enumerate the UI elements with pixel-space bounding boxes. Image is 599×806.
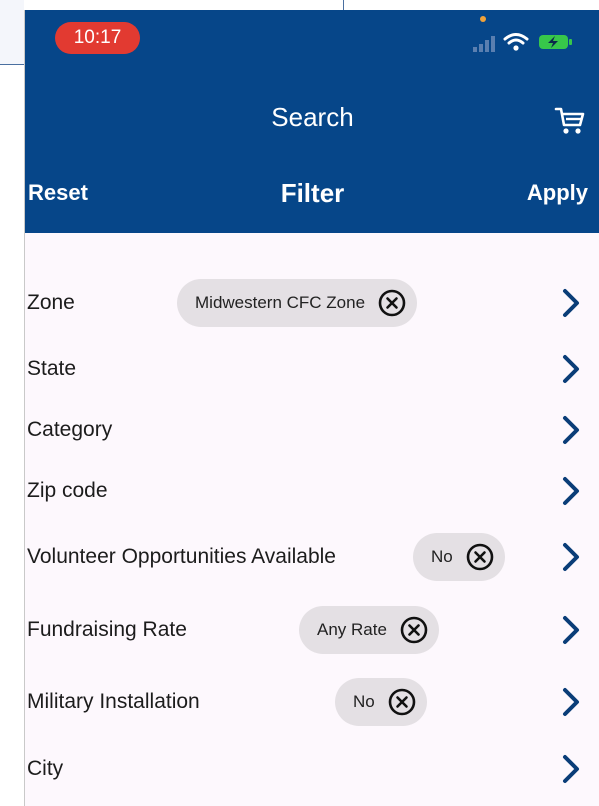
filter-label: City (27, 757, 64, 780)
chip-value: No (353, 692, 375, 711)
filter-row-city[interactable]: City (25, 741, 599, 797)
chip-value: Any Rate (317, 620, 387, 639)
filter-chip-zone: Midwestern CFC Zone (177, 279, 418, 327)
filter-label: Volunteer Opportunities Available (27, 545, 336, 568)
cart-icon[interactable] (553, 104, 587, 138)
filter-row-state[interactable]: State (25, 341, 599, 397)
filter-title: Filter (280, 178, 345, 208)
clear-chip-icon[interactable] (465, 542, 495, 572)
battery-charging-icon (539, 35, 572, 49)
clear-chip-icon[interactable] (399, 615, 429, 645)
chevron-right-icon (563, 355, 579, 383)
phone-screen: 10:17 Search Reset Filter Apply Zone Mid… (24, 10, 599, 806)
chevron-right-icon (563, 289, 579, 317)
wifi-icon (503, 33, 529, 51)
filter-label: Zip code (27, 479, 108, 502)
filter-row-category[interactable]: Category (25, 402, 599, 458)
filter-chip-military-installation: No (335, 678, 427, 726)
privacy-indicator-icon (480, 16, 486, 22)
cellular-signal-icon (473, 36, 495, 52)
filter-label: State (27, 357, 77, 380)
clear-chip-icon[interactable] (387, 687, 417, 717)
chip-value: Midwestern CFC Zone (195, 293, 366, 312)
filter-label: Military Installation (27, 690, 200, 713)
filter-label: Category (27, 418, 113, 441)
chevron-right-icon (563, 616, 579, 644)
background-window-edge (0, 64, 24, 65)
chevron-right-icon (563, 543, 579, 571)
clear-chip-icon[interactable] (377, 288, 407, 318)
filter-label: Zone (27, 291, 75, 314)
page-title: Search (271, 102, 354, 132)
chevron-right-icon (563, 416, 579, 444)
filter-row-zip-code[interactable]: Zip code (25, 463, 599, 519)
filter-row-fundraising-rate[interactable]: Fundraising Rate Any Rate (25, 602, 599, 658)
chevron-right-icon (563, 477, 579, 505)
chevron-right-icon (563, 688, 579, 716)
filter-chip-volunteer: No (413, 533, 505, 581)
status-time: 10:17 (55, 22, 140, 54)
filter-row-volunteer-opportunities[interactable]: Volunteer Opportunities Available No (25, 529, 599, 585)
filter-label: Fundraising Rate (27, 618, 187, 641)
filter-row-military-installation[interactable]: Military Installation No (25, 674, 599, 730)
filter-chip-fundraising-rate: Any Rate (299, 606, 439, 654)
chip-value: No (431, 547, 453, 566)
status-bar: 10:17 (25, 10, 599, 70)
app-header: 10:17 Search Reset Filter Apply (25, 10, 599, 233)
chevron-right-icon (563, 755, 579, 783)
background-window (0, 0, 24, 64)
apply-button[interactable]: Apply (527, 180, 588, 206)
filter-toolbar: Reset Filter Apply (25, 178, 599, 216)
filter-row-zone[interactable]: Zone Midwestern CFC Zone (25, 275, 599, 331)
background-window-edge (343, 0, 344, 10)
reset-button[interactable]: Reset (28, 180, 88, 206)
